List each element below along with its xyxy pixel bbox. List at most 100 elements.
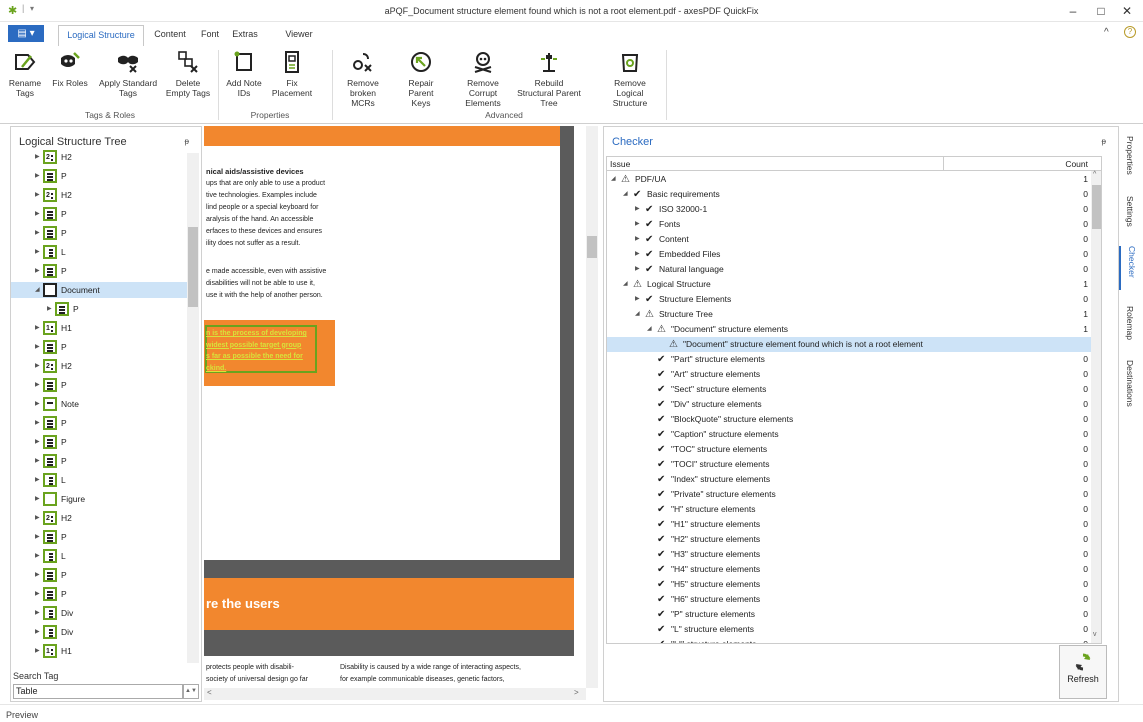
tree-node[interactable]: ◢ Document xyxy=(11,282,187,298)
expand-arrow-icon[interactable]: ▶ xyxy=(635,202,640,217)
expand-arrow-icon[interactable]: ▶ xyxy=(635,262,640,277)
expand-arrow-icon[interactable]: ▶ xyxy=(35,586,40,602)
checker-row[interactable]: ▶ ✔ Content 0 xyxy=(607,232,1091,247)
checker-row[interactable]: ▶ ✔ Natural language 0 xyxy=(607,262,1091,277)
tree-node[interactable]: ▶ P xyxy=(11,586,187,602)
document-hscrollbar[interactable]: < > xyxy=(204,688,586,700)
close-button[interactable]: ✕ xyxy=(1116,2,1138,20)
checker-row[interactable]: ✔ "H6" structure elements 0 xyxy=(607,592,1091,607)
checker-row[interactable]: ✔ "H4" structure elements 0 xyxy=(607,562,1091,577)
tree-node[interactable]: ▶ P xyxy=(11,168,187,184)
expand-arrow-icon[interactable]: ◢ xyxy=(623,187,628,202)
issue-column-header[interactable]: Issue xyxy=(610,157,630,171)
search-tag-spinner[interactable]: ▲▼ xyxy=(183,684,199,699)
minimize-button[interactable]: – xyxy=(1062,2,1084,20)
expand-arrow-icon[interactable]: ▶ xyxy=(47,301,52,317)
checker-row[interactable]: ✔ "Art" structure elements 0 xyxy=(607,367,1091,382)
tree-node[interactable]: ▶ L xyxy=(11,244,187,260)
count-column-header[interactable]: Count xyxy=(1065,157,1088,171)
checker-scrollbar[interactable]: ^ v xyxy=(1091,171,1101,643)
expand-arrow-icon[interactable]: ▶ xyxy=(35,415,40,431)
tab-font[interactable]: Font xyxy=(198,25,222,46)
checker-row[interactable]: ✔ "Div" structure elements 0 xyxy=(607,397,1091,412)
tree-node[interactable]: ▶ P xyxy=(11,415,187,431)
checker-row[interactable]: ◢ ⚠ PDF/UA 1 xyxy=(607,172,1091,187)
expand-arrow-icon[interactable]: ▶ xyxy=(35,643,40,659)
tab-logical-structure[interactable]: Logical Structure xyxy=(58,25,144,46)
tree-node[interactable]: ▶ L xyxy=(11,548,187,564)
side-tab-rolemap[interactable]: Rolemap xyxy=(1119,306,1141,350)
expand-arrow-icon[interactable]: ▶ xyxy=(35,396,40,412)
tree-node[interactable]: ▶ L xyxy=(11,472,187,488)
tree-node[interactable]: ▶ 2 H2 xyxy=(11,149,187,165)
checker-row[interactable]: ✔ "Part" structure elements 0 xyxy=(607,352,1091,367)
expand-arrow-icon[interactable]: ▶ xyxy=(635,217,640,232)
checker-pin-icon[interactable]: ᵽ xyxy=(1102,137,1106,146)
checker-row[interactable]: ✔ "H5" structure elements 0 xyxy=(607,577,1091,592)
expand-arrow-icon[interactable]: ▶ xyxy=(35,339,40,355)
tree-scrollbar[interactable] xyxy=(187,153,199,663)
expand-arrow-icon[interactable]: ▶ xyxy=(35,225,40,241)
tree-node[interactable]: ▶ P xyxy=(11,567,187,583)
tree-node[interactable]: ▶ P xyxy=(11,263,187,279)
document-scroll-thumb[interactable] xyxy=(587,236,597,258)
checker-scroll-thumb[interactable] xyxy=(1092,185,1101,229)
expand-arrow-icon[interactable]: ◢ xyxy=(635,307,640,322)
expand-arrow-icon[interactable]: ◢ xyxy=(647,322,652,337)
document-scrollbar[interactable] xyxy=(586,126,598,688)
checker-row[interactable]: ✔ "Sect" structure elements 0 xyxy=(607,382,1091,397)
tree-node[interactable]: ▶ Figure xyxy=(11,491,187,507)
side-tab-checker[interactable]: Checker xyxy=(1119,246,1141,290)
checker-row[interactable]: ✔ "P" structure elements 0 xyxy=(607,607,1091,622)
tree-node[interactable]: ▶ 2 H2 xyxy=(11,358,187,374)
checker-row[interactable]: ✔ "H1" structure elements 0 xyxy=(607,517,1091,532)
remove-broken-mcrs-button[interactable]: Remove broken MCRs xyxy=(338,50,388,108)
delete-empty-tags-button[interactable]: Delete Empty Tags xyxy=(164,50,212,98)
checker-row[interactable]: ✔ "Index" structure elements 0 xyxy=(607,472,1091,487)
app-menu-button[interactable]: ▤ ▾ xyxy=(8,25,44,42)
expand-arrow-icon[interactable]: ◢ xyxy=(611,172,616,187)
tree-node[interactable]: ▶ 2 H2 xyxy=(11,187,187,203)
expand-arrow-icon[interactable]: ▶ xyxy=(635,247,640,262)
document-viewer[interactable]: nical aids/assistive devices ups that ar… xyxy=(204,126,598,702)
tree-node[interactable]: ▶ P xyxy=(11,434,187,450)
rename-tags-button[interactable]: Rename Tags xyxy=(6,50,44,98)
tree-node[interactable]: ▶ P xyxy=(11,339,187,355)
checker-row[interactable]: ⚠ "Document" structure element found whic… xyxy=(607,337,1091,352)
tab-extras[interactable]: Extras xyxy=(230,25,260,46)
expand-arrow-icon[interactable]: ▶ xyxy=(35,358,40,374)
expand-arrow-icon[interactable]: ▶ xyxy=(35,529,40,545)
checker-row[interactable]: ✔ "H3" structure elements 0 xyxy=(607,547,1091,562)
checker-row[interactable]: ✔ "H2" structure elements 0 xyxy=(607,532,1091,547)
tree-node[interactable]: ▶ P xyxy=(11,206,187,222)
scroll-right-icon[interactable]: > xyxy=(574,688,579,697)
checker-row[interactable]: ◢ ✔ Basic requirements 0 xyxy=(607,187,1091,202)
side-tab-properties[interactable]: Properties xyxy=(1119,136,1141,186)
tree-node[interactable]: ▶ P xyxy=(11,377,187,393)
expand-arrow-icon[interactable]: ▶ xyxy=(35,567,40,583)
remove-logical-structure-button[interactable]: Remove Logical Structure xyxy=(602,50,658,108)
expand-arrow-icon[interactable]: ▶ xyxy=(35,320,40,336)
checker-row[interactable]: ◢ ⚠ Logical Structure 1 xyxy=(607,277,1091,292)
expand-arrow-icon[interactable]: ◢ xyxy=(623,277,628,292)
tree-node[interactable]: ▶ Note xyxy=(11,396,187,412)
tab-content[interactable]: Content xyxy=(150,25,190,46)
tree-scroll-thumb[interactable] xyxy=(188,227,198,307)
tab-viewer[interactable]: Viewer xyxy=(284,25,314,46)
rebuild-parent-tree-button[interactable]: Rebuild Structural Parent Tree xyxy=(516,50,582,108)
scroll-left-icon[interactable]: < xyxy=(207,688,212,697)
checker-row[interactable]: ✔ "TOCI" structure elements 0 xyxy=(607,457,1091,472)
tree-node[interactable]: ▶ 1 H1 xyxy=(11,643,187,659)
expand-arrow-icon[interactable]: ▶ xyxy=(35,168,40,184)
expand-arrow-icon[interactable]: ▶ xyxy=(35,453,40,469)
checker-row[interactable]: ◢ ⚠ Structure Tree 1 xyxy=(607,307,1091,322)
checker-row[interactable]: ✔ "LI" structure elements 0 xyxy=(607,637,1091,643)
expand-arrow-icon[interactable]: ▶ xyxy=(35,187,40,203)
search-tag-input[interactable]: Table xyxy=(13,684,183,699)
expand-arrow-icon[interactable]: ▶ xyxy=(35,206,40,222)
checker-row[interactable]: ✔ "H" structure elements 0 xyxy=(607,502,1091,517)
checker-row[interactable]: ✔ "TOC" structure elements 0 xyxy=(607,442,1091,457)
checker-row[interactable]: ▶ ✔ Fonts 0 xyxy=(607,217,1091,232)
tree-node[interactable]: ▶ P xyxy=(11,529,187,545)
fix-placement-button[interactable]: Fix Placement xyxy=(268,50,316,98)
